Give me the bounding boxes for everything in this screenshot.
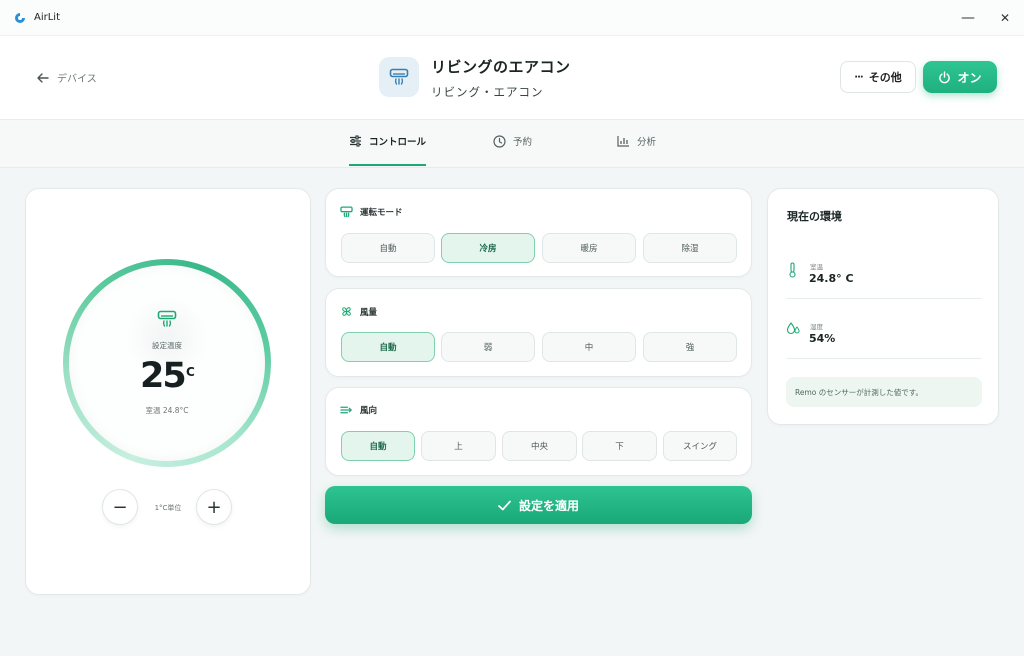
close-button[interactable]: ✕ [995, 9, 1015, 27]
title-bar: AirLit — ✕ [0, 0, 1024, 36]
tab-schedule[interactable]: 予約 [493, 134, 532, 148]
tab-bar: コントロール 予約 分析 [0, 120, 1024, 168]
power-label: オン [957, 70, 982, 85]
device-icon-tile [379, 57, 419, 97]
more-label: その他 [868, 71, 902, 84]
tab-schedule-label: 予約 [513, 137, 533, 148]
tab-analytics-label: 分析 [637, 137, 657, 148]
tab-control[interactable]: コントロール [349, 134, 426, 148]
mode-title: 運転モード [360, 208, 403, 218]
fan-option-auto[interactable]: 自動 [341, 332, 435, 362]
room-temperature-label: 室温 24.8°C [145, 406, 189, 415]
mode-option-dry[interactable]: 除湿 [643, 233, 737, 263]
air-conditioner-icon [157, 310, 177, 327]
back-label: デバイス [57, 74, 97, 85]
decrease-temperature-button[interactable]: − [102, 489, 138, 525]
room-temp-label: 室温 [810, 263, 823, 271]
set-temperature-label: 設定温度 [152, 341, 182, 350]
fan-option-low[interactable]: 弱 [441, 332, 535, 362]
direction-title: 風向 [360, 406, 378, 416]
device-header: デバイス リビングのエアコン リビング・エアコン ··· その他 オン [0, 36, 1024, 120]
more-button[interactable]: ··· その他 [840, 61, 916, 93]
step-label: 1°C単位 [154, 504, 182, 512]
degree-mark: ° [177, 363, 181, 372]
thermometer-icon [789, 262, 796, 278]
tab-analytics[interactable]: 分析 [617, 134, 656, 148]
fan-section-title: 風量 [340, 305, 377, 318]
direction-option-up[interactable]: 上 [421, 431, 496, 461]
device-subtitle: リビング・エアコン [431, 85, 544, 99]
power-icon [939, 70, 951, 83]
apply-settings-button[interactable]: 設定を適用 [325, 486, 752, 524]
mode-option-auto[interactable]: 自動 [341, 233, 435, 263]
minimize-button[interactable]: — [958, 9, 978, 27]
set-temperature-value: 25 [140, 356, 187, 396]
divider [786, 358, 982, 359]
device-title: リビングのエアコン [431, 58, 571, 76]
direction-section-title: 風向 [340, 404, 377, 416]
mode-section-title: 運転モード [340, 206, 403, 218]
clock-icon [493, 134, 506, 148]
environment-title: 現在の環境 [787, 210, 842, 223]
arrow-left-icon [37, 72, 49, 83]
air-conditioner-icon [340, 206, 353, 218]
check-icon [498, 500, 511, 510]
increase-temperature-button[interactable]: + [196, 489, 232, 525]
direction-option-center[interactable]: 中央 [502, 431, 577, 461]
humidity-drop-icon [786, 322, 800, 335]
direction-option-down[interactable]: 下 [582, 431, 657, 461]
mode-option-heat[interactable]: 暖房 [542, 233, 636, 263]
fan-icon [342, 307, 351, 316]
air-conditioner-icon [389, 68, 409, 85]
mode-option-cool[interactable]: 冷房 [441, 233, 535, 263]
fan-option-high[interactable]: 強 [643, 332, 737, 362]
active-tab-indicator [349, 164, 426, 166]
room-temp-value: 24.8° C [809, 272, 854, 285]
sliders-icon [350, 135, 361, 147]
sensor-note: Remo のセンサーが計測した値です。 [786, 377, 982, 407]
divider [786, 298, 982, 299]
back-link[interactable]: デバイス [37, 70, 97, 85]
fan-title: 風量 [360, 307, 378, 318]
fan-option-medium[interactable]: 中 [542, 332, 636, 362]
temperature-unit: C [186, 365, 195, 379]
more-dots-icon: ··· [854, 71, 863, 83]
humidity-label: 湿度 [810, 323, 823, 331]
bar-chart-icon [617, 136, 629, 147]
app-name: AirLit [34, 12, 61, 23]
apply-label: 設定を適用 [518, 498, 579, 513]
app-logo-icon [15, 12, 25, 23]
direction-option-auto[interactable]: 自動 [341, 431, 415, 461]
tab-control-label: コントロール [369, 137, 427, 148]
humidity-value: 54% [809, 332, 836, 345]
power-toggle-button[interactable]: オン [923, 61, 997, 93]
direction-option-swing[interactable]: スイング [663, 431, 737, 461]
wind-icon [340, 406, 352, 414]
